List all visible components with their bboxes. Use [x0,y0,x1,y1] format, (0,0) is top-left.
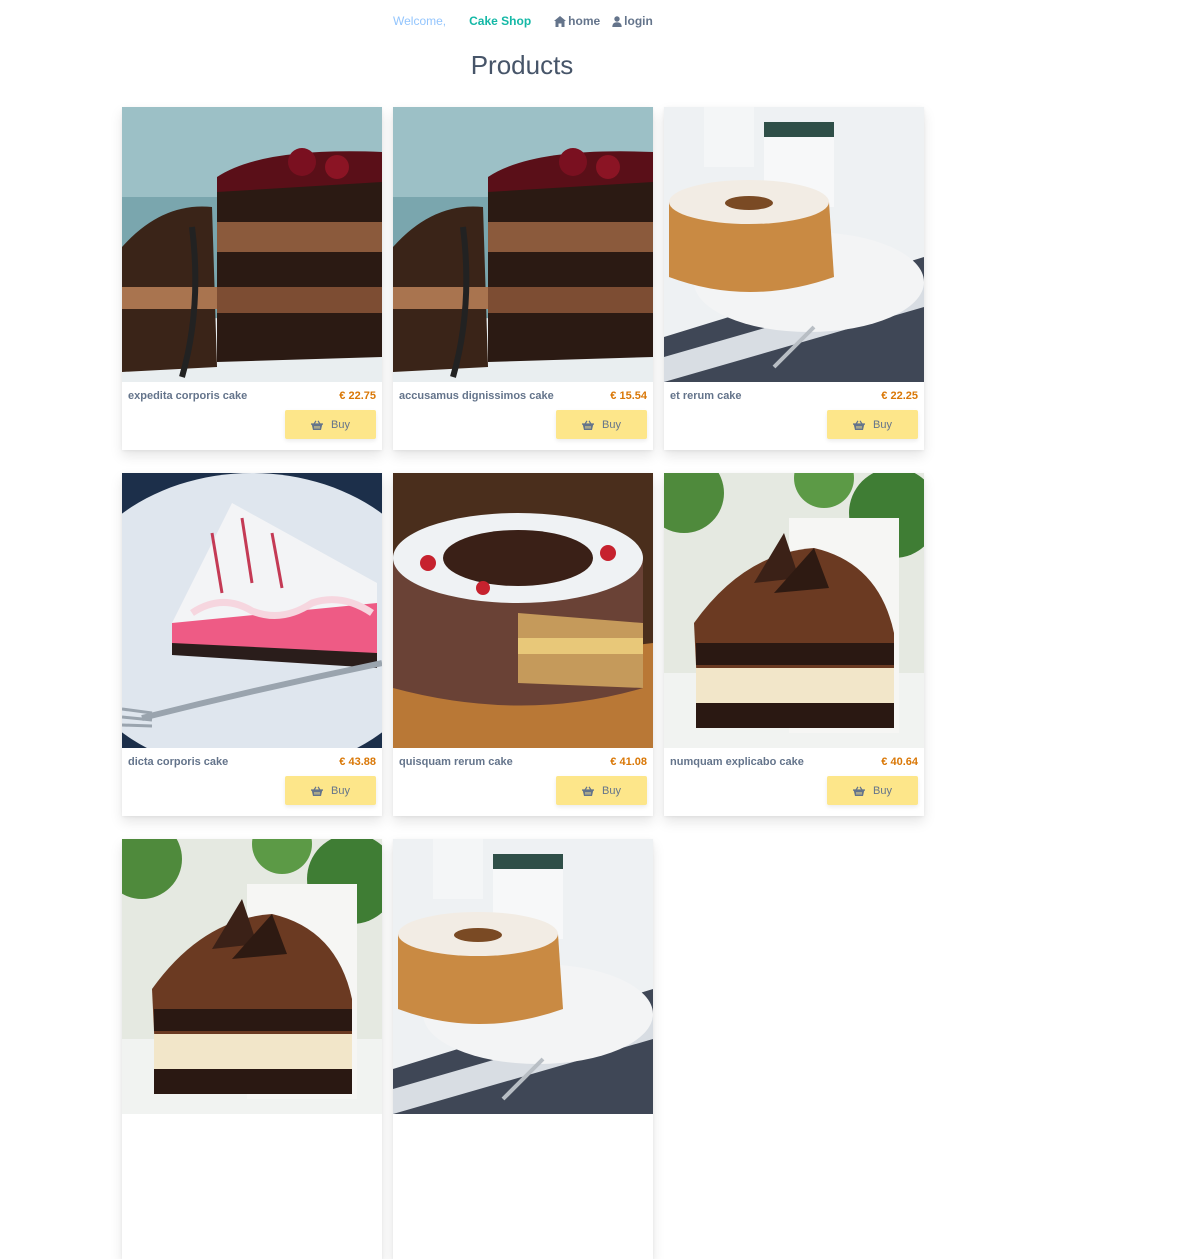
product-name: numquam explicabo cake [670,756,804,768]
shop-brand-link[interactable]: Cake Shop [469,14,531,28]
buy-label: Buy [331,784,350,797]
buy-label: Buy [602,418,621,431]
nav-login-label: login [624,14,653,28]
product-name: accusamus dignissimos cake [399,390,554,402]
product-image[interactable] [664,473,924,748]
product-price: € 22.75 [339,390,376,402]
buy-button[interactable]: Buy [556,410,647,439]
basket-icon [311,786,323,796]
basket-icon [582,420,594,430]
buy-label: Buy [331,418,350,431]
buy-label: Buy [873,418,892,431]
buy-button[interactable]: Buy [827,410,918,439]
product-card: et rerum cake € 22.25 Buy [664,107,924,450]
product-card: numquam explicabo cake € 40.64 Buy [664,473,924,816]
page-title: Products [470,50,574,80]
product-price: € 40.64 [881,756,918,768]
product-meta: dicta corporis cake € 43.88 [122,756,382,768]
basket-icon [582,786,594,796]
home-icon [554,15,567,27]
product-image[interactable] [393,473,653,748]
buy-button[interactable]: Buy [827,776,918,805]
product-image[interactable] [122,473,382,748]
product-meta: numquam explicabo cake € 40.64 [664,756,924,768]
product-card: dicta corporis cake € 43.88 Buy [122,473,382,816]
product-image[interactable] [122,839,382,1114]
product-price: € 41.08 [610,756,647,768]
product-image[interactable] [393,107,653,382]
product-image[interactable] [122,107,382,382]
product-name: expedita corporis cake [128,390,248,402]
product-image[interactable] [664,107,924,382]
product-card: quisquam rerum cake € 41.08 Buy [393,473,653,816]
basket-icon [311,420,323,430]
top-nav: Welcome, Cake Shop home login [393,14,653,28]
user-icon [612,15,622,27]
product-name: quisquam rerum cake [399,756,513,768]
nav-login-link[interactable]: login [612,14,653,28]
basket-icon [853,786,865,796]
nav-home-label: home [568,14,601,28]
product-price: € 15.54 [610,390,647,402]
buy-button[interactable]: Buy [285,776,376,805]
product-card [393,839,653,1259]
product-meta: expedita corporis cake € 22.75 [122,390,382,402]
product-price: € 43.88 [339,756,376,768]
product-name: dicta corporis cake [128,756,229,768]
buy-button[interactable]: Buy [285,410,376,439]
product-card: accusamus dignissimos cake € 15.54 Buy [393,107,653,450]
welcome-text: Welcome, [393,14,447,28]
product-meta: et rerum cake € 22.25 [664,390,924,402]
product-price: € 22.25 [881,390,918,402]
product-name: et rerum cake [670,390,742,402]
product-grid: expedita corporis cake € 22.75 Buy accus… [122,107,924,1259]
buy-label: Buy [602,784,621,797]
product-image[interactable] [393,839,653,1114]
product-meta: quisquam rerum cake € 41.08 [393,756,653,768]
buy-button[interactable]: Buy [556,776,647,805]
buy-label: Buy [873,784,892,797]
nav-home-link[interactable]: home [554,14,600,28]
product-card: expedita corporis cake € 22.75 Buy [122,107,382,450]
product-meta: accusamus dignissimos cake € 15.54 [393,390,653,402]
basket-icon [853,420,865,430]
product-card [122,839,382,1259]
